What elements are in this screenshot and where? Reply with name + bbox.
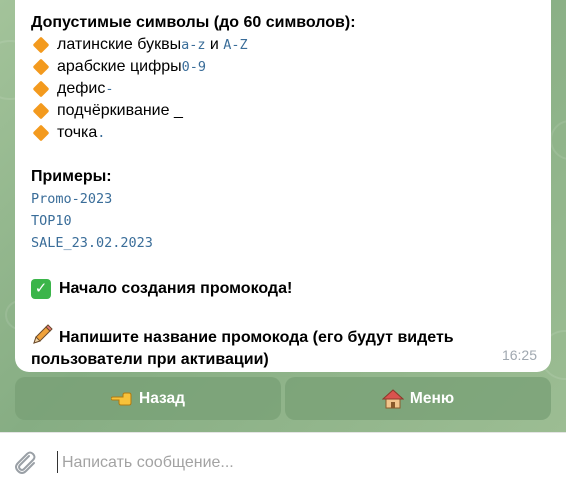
rules-heading: Допустимые символы (до 60 символов): — [31, 14, 356, 31]
rule-code: A-Z — [223, 37, 248, 53]
message-input-bar — [0, 432, 566, 492]
example-item: SALE_23.02.2023 — [31, 235, 153, 251]
start-line: ✓ Начало создания промокода! — [31, 276, 535, 302]
rule-joiner: и — [205, 36, 224, 53]
rule-latin: латинские буквы a-z и A-Z — [31, 34, 535, 56]
rule-text: дефис — [57, 80, 106, 97]
prompt-line: Напишите название промокода (его будут в… — [31, 324, 511, 371]
pencil-icon — [33, 324, 53, 344]
examples-heading: Примеры: — [31, 168, 112, 185]
house-icon — [381, 388, 404, 408]
rule-digits: арабские цифры 0-9 — [31, 56, 535, 78]
orange-diamond-icon — [32, 36, 50, 54]
message-timestamp: 16:25 — [501, 347, 537, 363]
menu-button-label: Меню — [409, 389, 455, 407]
back-button-label: Назад — [139, 389, 185, 407]
paperclip-icon[interactable] — [12, 449, 38, 477]
rule-code: 0-9 — [181, 59, 207, 75]
pointing-hand-icon — [111, 392, 132, 405]
back-button[interactable]: Назад — [15, 377, 281, 420]
rule-dot: точка . — [31, 122, 535, 144]
orange-diamond-icon — [32, 124, 50, 142]
check-mark-icon: ✓ — [31, 279, 51, 299]
rule-text: латинские буквы — [57, 36, 182, 53]
rule-underscore: подчёркивание _ — [31, 100, 535, 122]
bot-message-bubble: Допустимые символы (до 60 символов): лат… — [15, 0, 551, 372]
menu-button[interactable]: Меню — [285, 377, 551, 420]
text-caret — [57, 451, 58, 473]
rule-text: арабские цифры — [57, 58, 182, 75]
message-input[interactable] — [62, 449, 542, 477]
rule-code: a-z — [181, 37, 206, 53]
prompt-text: Напишите название промокода (его будут в… — [31, 329, 454, 368]
rule-code: . — [97, 125, 106, 141]
rule-code: - — [105, 81, 114, 97]
example-item: Promo-2023 — [31, 191, 113, 207]
orange-diamond-icon — [32, 80, 50, 98]
example-item: TOP10 — [31, 213, 72, 229]
rule-text: подчёркивание _ — [57, 102, 183, 119]
rule-hyphen: дефис - — [31, 78, 535, 100]
orange-diamond-icon — [32, 58, 50, 76]
rule-text: точка — [57, 124, 98, 141]
start-text: Начало создания промокода! — [59, 280, 293, 297]
orange-diamond-icon — [32, 102, 50, 120]
